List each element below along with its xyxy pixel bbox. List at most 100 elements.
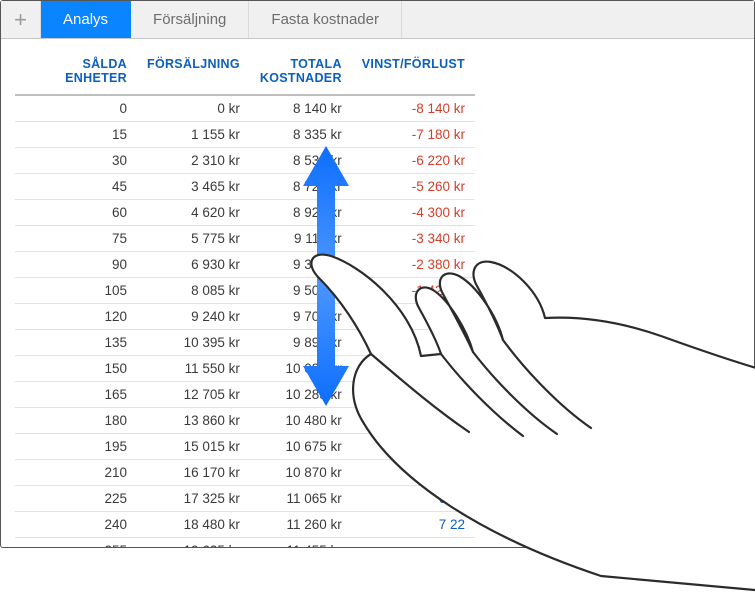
cell-costs: 10 090 kr [250,355,352,381]
cell-costs: 8 530 kr [250,147,352,173]
cell-pl [352,381,475,407]
cell-pl: -7 180 kr [352,121,475,147]
cell-units: 75 [15,225,137,251]
cell-sales: 16 170 kr [137,459,250,485]
tab-fasta-kostnader[interactable]: Fasta kostnader [249,1,402,38]
cell-sales: 18 480 kr [137,511,250,537]
cell-pl: 3 3 [352,407,475,433]
table-row: 1058 085 kr9 505 kr-1 420 kr [15,277,475,303]
cell-costs: 9 505 kr [250,277,352,303]
cell-costs: 9 700 kr [250,303,352,329]
cell-sales: 15 015 kr [137,433,250,459]
cell-pl: -5 260 kr [352,173,475,199]
cell-pl [352,537,475,547]
add-tab-button[interactable]: + [1,1,41,38]
table-row: 25519 635 kr11 455 kr [15,537,475,547]
tab-analys[interactable]: Analys [41,1,131,38]
cell-units: 60 [15,199,137,225]
cell-units: 105 [15,277,137,303]
cell-pl: 4 340 [352,433,475,459]
cell-sales: 6 930 kr [137,251,250,277]
col-sales: FÖRSÄLJNING [137,49,250,95]
cell-units: 165 [15,381,137,407]
cell-pl: -6 220 kr [352,147,475,173]
cell-units: 195 [15,433,137,459]
cell-sales: 9 240 kr [137,303,250,329]
cell-units: 150 [15,355,137,381]
table-row: 151 155 kr8 335 kr-7 180 kr [15,121,475,147]
cell-units: 255 [15,537,137,547]
col-pl: VINST/FÖRLUST [352,49,475,95]
cell-costs: 10 480 kr [250,407,352,433]
table-row: 906 930 kr9 310 kr-2 380 kr [15,251,475,277]
analysis-table: SÅLDA ENHETER FÖRSÄLJNING TOTALA KOSTNAD… [15,49,475,547]
cell-sales: 5 775 kr [137,225,250,251]
table-scroll-area[interactable]: SÅLDA ENHETER FÖRSÄLJNING TOTALA KOSTNAD… [1,39,754,547]
table-row: 13510 395 kr9 895 kr [15,329,475,355]
cell-costs: 9 310 kr [250,251,352,277]
table-row: 604 620 kr8 920 kr-4 300 kr [15,199,475,225]
table-row: 18013 860 kr10 480 kr3 3 [15,407,475,433]
cell-sales: 11 550 kr [137,355,250,381]
cell-pl: -3 340 kr [352,225,475,251]
cell-costs: 9 895 kr [250,329,352,355]
cell-pl [352,355,475,381]
table-row: 24018 480 kr11 260 kr7 22 [15,511,475,537]
tab-forsaljning[interactable]: Försäljning [131,1,249,38]
col-costs: TOTALA KOSTNADER [250,49,352,95]
cell-units: 180 [15,407,137,433]
cell-costs: 9 115 kr [250,225,352,251]
cell-sales: 2 310 kr [137,147,250,173]
cell-pl: 5 3 [352,459,475,485]
table-row: 302 310 kr8 530 kr-6 220 kr [15,147,475,173]
table-row: 22517 325 kr11 065 kr6 26 [15,485,475,511]
table-row: 16512 705 kr10 285 kr [15,381,475,407]
cell-pl: -8 140 kr [352,95,475,122]
cell-pl: -2 380 kr [352,251,475,277]
cell-costs: 11 260 kr [250,511,352,537]
cell-units: 45 [15,173,137,199]
table-row: 1209 240 kr9 700 kr0 kr [15,303,475,329]
cell-units: 30 [15,147,137,173]
cell-units: 120 [15,303,137,329]
cell-units: 15 [15,121,137,147]
table-row: 15011 550 kr10 090 kr [15,355,475,381]
cell-costs: 10 870 kr [250,459,352,485]
cell-sales: 3 465 kr [137,173,250,199]
cell-sales: 19 635 kr [137,537,250,547]
cell-costs: 8 725 kr [250,173,352,199]
table-row: 00 kr8 140 kr-8 140 kr [15,95,475,122]
cell-pl: 7 22 [352,511,475,537]
cell-costs: 11 455 kr [250,537,352,547]
cell-pl: 6 26 [352,485,475,511]
cell-sales: 1 155 kr [137,121,250,147]
cell-pl: 0 kr [352,303,475,329]
cell-sales: 13 860 kr [137,407,250,433]
cell-sales: 17 325 kr [137,485,250,511]
cell-units: 210 [15,459,137,485]
cell-sales: 8 085 kr [137,277,250,303]
cell-units: 225 [15,485,137,511]
cell-costs: 11 065 kr [250,485,352,511]
cell-costs: 8 335 kr [250,121,352,147]
cell-units: 135 [15,329,137,355]
cell-sales: 10 395 kr [137,329,250,355]
table-row: 19515 015 kr10 675 kr4 340 [15,433,475,459]
cell-sales: 0 kr [137,95,250,122]
cell-units: 0 [15,95,137,122]
cell-costs: 10 675 kr [250,433,352,459]
cell-pl: -1 420 kr [352,277,475,303]
cell-sales: 12 705 kr [137,381,250,407]
table-row: 755 775 kr9 115 kr-3 340 kr [15,225,475,251]
cell-pl: -4 300 kr [352,199,475,225]
tab-bar: + Analys Försäljning Fasta kostnader [1,1,754,39]
cell-costs: 8 920 kr [250,199,352,225]
table-row: 21016 170 kr10 870 kr5 3 [15,459,475,485]
col-units: SÅLDA ENHETER [15,49,137,95]
cell-costs: 10 285 kr [250,381,352,407]
table-row: 453 465 kr8 725 kr-5 260 kr [15,173,475,199]
cell-units: 240 [15,511,137,537]
cell-units: 90 [15,251,137,277]
cell-sales: 4 620 kr [137,199,250,225]
cell-costs: 8 140 kr [250,95,352,122]
